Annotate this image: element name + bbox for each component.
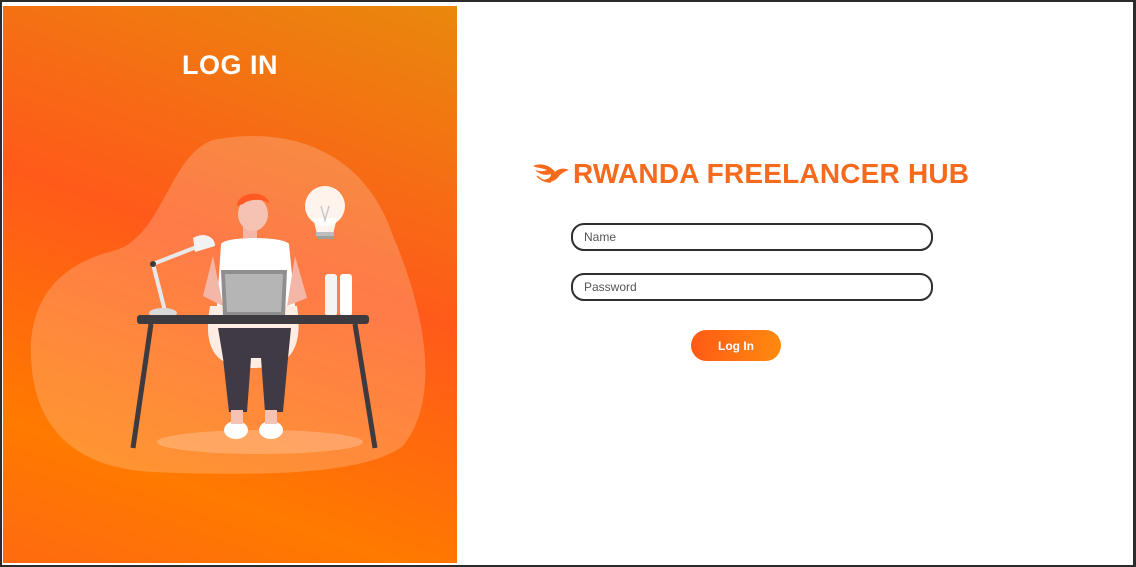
laptop-icon [221,270,287,316]
password-field[interactable] [571,273,933,301]
password-input[interactable] [584,275,914,299]
name-field[interactable] [571,223,933,251]
book [325,274,337,316]
hero-panel: LOG IN [3,6,457,563]
name-input[interactable] [584,225,914,249]
book [340,274,352,316]
floor-shadow [157,430,363,454]
brand-header: RWANDA FREELANCER HUB [531,158,969,190]
login-button[interactable]: Log In [691,330,781,361]
freelancer-illustration [30,135,426,474]
desk-top [137,315,369,324]
brand-name: RWANDA FREELANCER HUB [573,158,970,189]
page-title: LOG IN [182,50,278,80]
phoenix-logo-icon [533,164,569,183]
